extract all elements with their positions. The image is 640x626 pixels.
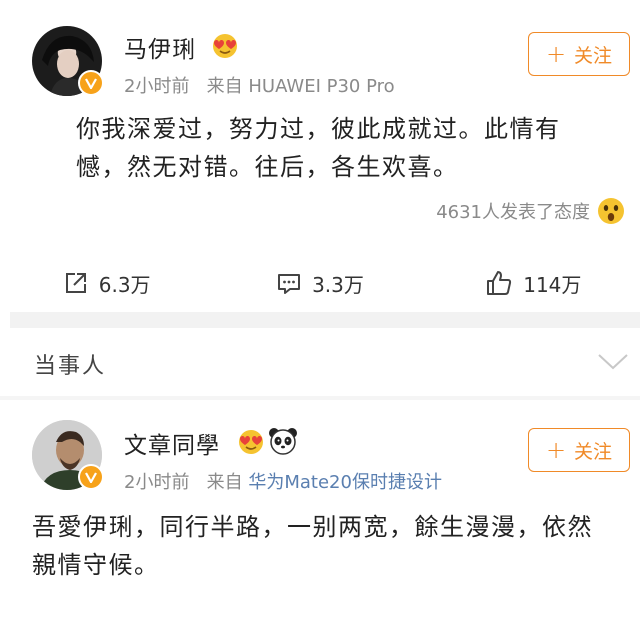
source-prefix: 来自 <box>206 472 243 493</box>
username[interactable]: 马伊琍 <box>124 30 196 64</box>
divider <box>10 312 640 328</box>
follow-label: 关注 <box>574 440 613 463</box>
post-time: 2小时前 <box>124 472 190 493</box>
verified-badge-icon <box>78 464 104 490</box>
avatar[interactable] <box>32 420 104 490</box>
avatar[interactable] <box>32 26 104 96</box>
emoji-hearts-icon <box>210 31 240 63</box>
chevron-down-icon[interactable] <box>596 352 630 372</box>
plus-icon: + <box>545 40 567 68</box>
repost-icon <box>65 273 86 293</box>
post-content: 你我深爱过，努力过，彼此成就过。此情有 憾，然无对错。往后，各生欢喜。 <box>76 110 561 186</box>
content-line: 你我深爱过，努力过，彼此成就过。此情有 <box>76 115 561 143</box>
post-meta: 2小时前 来自 华为Mate20保时捷设计 <box>124 468 442 494</box>
device-name[interactable]: HUAWEI P30 Pro <box>248 76 394 97</box>
action-bar: 6.3万 3.3万 114万 <box>0 262 640 304</box>
section-title: 当事人 <box>34 354 107 379</box>
section-header[interactable]: 当事人 <box>0 330 640 394</box>
source-prefix: 来自 <box>206 76 243 97</box>
repost-count: 6.3万 <box>98 272 151 297</box>
content-line: 憾，然无对错。往后，各生欢喜。 <box>76 153 459 181</box>
comment-count: 3.3万 <box>312 272 364 297</box>
content-line: 親情守候。 <box>32 551 160 579</box>
device-name[interactable]: 华为Mate20保时捷设计 <box>248 472 442 493</box>
weibo-post-2: 文章同學 2小时前 来自 华为Mate20保时捷设计 + 关注 吾愛伊琍，同行半… <box>0 400 640 626</box>
repost-button[interactable]: 6.3万 <box>0 262 213 304</box>
post-meta: 2小时前 来自 HUAWEI P30 Pro <box>124 72 395 98</box>
plus-icon: + <box>545 436 567 464</box>
like-icon <box>487 271 512 295</box>
content-line: 吾愛伊琍，同行半路，一别两宽，餘生漫漫，依然 <box>32 513 593 541</box>
reactions-summary[interactable]: 4631人发表了态度 <box>436 196 626 226</box>
reactions-text: 4631人发表了态度 <box>436 202 590 223</box>
panda-icon <box>268 426 298 460</box>
comment-button[interactable]: 3.3万 <box>213 262 426 304</box>
username[interactable]: 文章同學 <box>124 426 220 460</box>
surprised-emoji-icon <box>598 198 624 224</box>
post-time: 2小时前 <box>124 76 190 97</box>
comment-icon <box>278 274 301 294</box>
verified-badge-icon <box>78 70 104 96</box>
post-content: 吾愛伊琍，同行半路，一别两宽，餘生漫漫，依然 親情守候。 <box>32 508 593 584</box>
weibo-post-1: 马伊琍 2小时前 来自 HUAWEI P30 Pro + 关注 你我深爱过，努力… <box>0 0 640 312</box>
emoji-hearts-icon <box>236 427 266 459</box>
like-button[interactable]: 114万 <box>427 262 640 304</box>
follow-button[interactable]: + 关注 <box>528 428 630 472</box>
follow-label: 关注 <box>574 44 613 67</box>
like-count: 114万 <box>523 272 582 297</box>
follow-button[interactable]: + 关注 <box>528 32 630 76</box>
